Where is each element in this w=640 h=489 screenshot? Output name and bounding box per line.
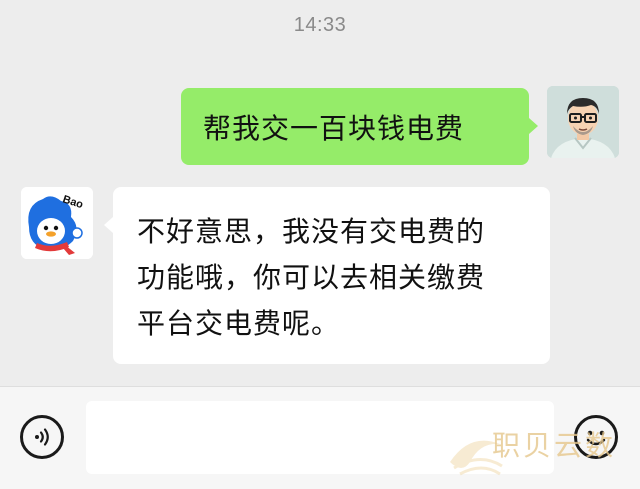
voice-icon[interactable] [20, 415, 64, 459]
incoming-message-line-3: 平台交电费呢。 [137, 307, 341, 340]
incoming-bubble-tail [104, 217, 113, 233]
watermark-text: 职贝云数 [492, 429, 617, 462]
man-with-glasses-avatar-icon[interactable] [547, 86, 619, 158]
outgoing-message-bubble[interactable]: 帮我交一百块钱电费 [181, 88, 529, 165]
outgoing-bubble-tail [529, 118, 538, 134]
chat-area[interactable]: 14:33 帮我交一百块钱电费 Bao 不好意思，我没有交电费的 功能哦，你可以… [0, 0, 640, 386]
message-timestamp: 14:33 [293, 14, 347, 36]
message-input[interactable] [86, 401, 554, 474]
incoming-message-line-1: 不好意思，我没有交电费的 [137, 215, 486, 248]
incoming-message-bubble[interactable]: 不好意思，我没有交电费的 功能哦，你可以去相关缴费 平台交电费呢。 [113, 187, 550, 364]
incoming-message-line-2: 功能哦，你可以去相关缴费 [137, 261, 486, 294]
bao-duck-avatar-icon[interactable]: Bao [21, 187, 93, 259]
outgoing-message-text: 帮我交一百块钱电费 [203, 111, 465, 145]
